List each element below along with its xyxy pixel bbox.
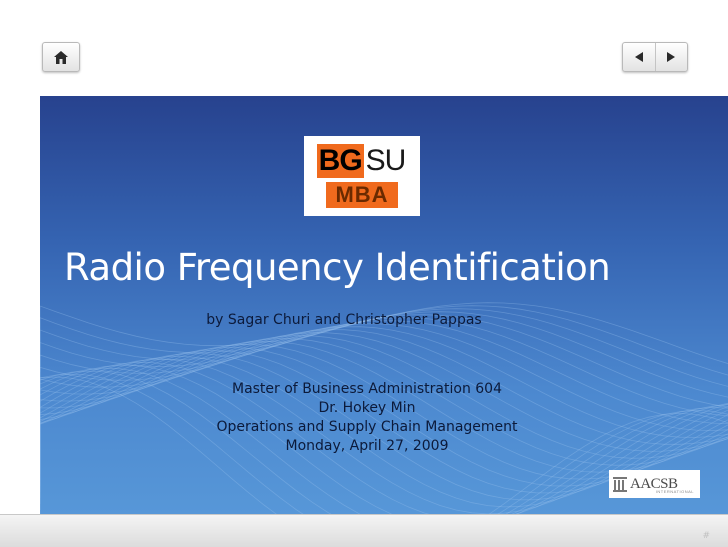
bgsu-logo-bg: BG [316,144,364,178]
previous-slide-button[interactable] [623,43,656,71]
bgsu-wordmark: BG SU [316,144,408,178]
author-byline: by Sagar Churi and Christopher Pappas [206,312,482,328]
course-line: Dr. Hokey Min [318,400,416,416]
aacsb-logo-subtext: INTERNATIONAL [655,489,694,494]
triangle-right-icon [667,52,676,62]
bgsu-mba-logo: BG SU MBA [304,136,420,216]
bottom-band: # [0,514,728,547]
home-icon [54,50,68,64]
triangle-left-icon [634,52,643,62]
course-line: Master of Business Administration 604 [231,381,502,397]
bgsu-logo-su: SU [363,144,408,178]
mba-logo-label: MBA [326,182,398,208]
top-toolbar [0,0,728,96]
slide-navigation [622,42,688,72]
course-line: Operations and Supply Chain Management [216,419,518,435]
next-slide-button[interactable] [656,43,688,71]
course-line: Monday, April 27, 2009 [285,438,449,454]
slide-number: # [702,531,710,541]
course-info: Master of Business Administration 604 Dr… [0,380,728,456]
home-button[interactable] [42,42,80,72]
slide-title: Radio Frequency Identification [64,246,611,289]
aacsb-logo: AACSB INTERNATIONAL [609,470,700,498]
column-icon [613,477,627,492]
